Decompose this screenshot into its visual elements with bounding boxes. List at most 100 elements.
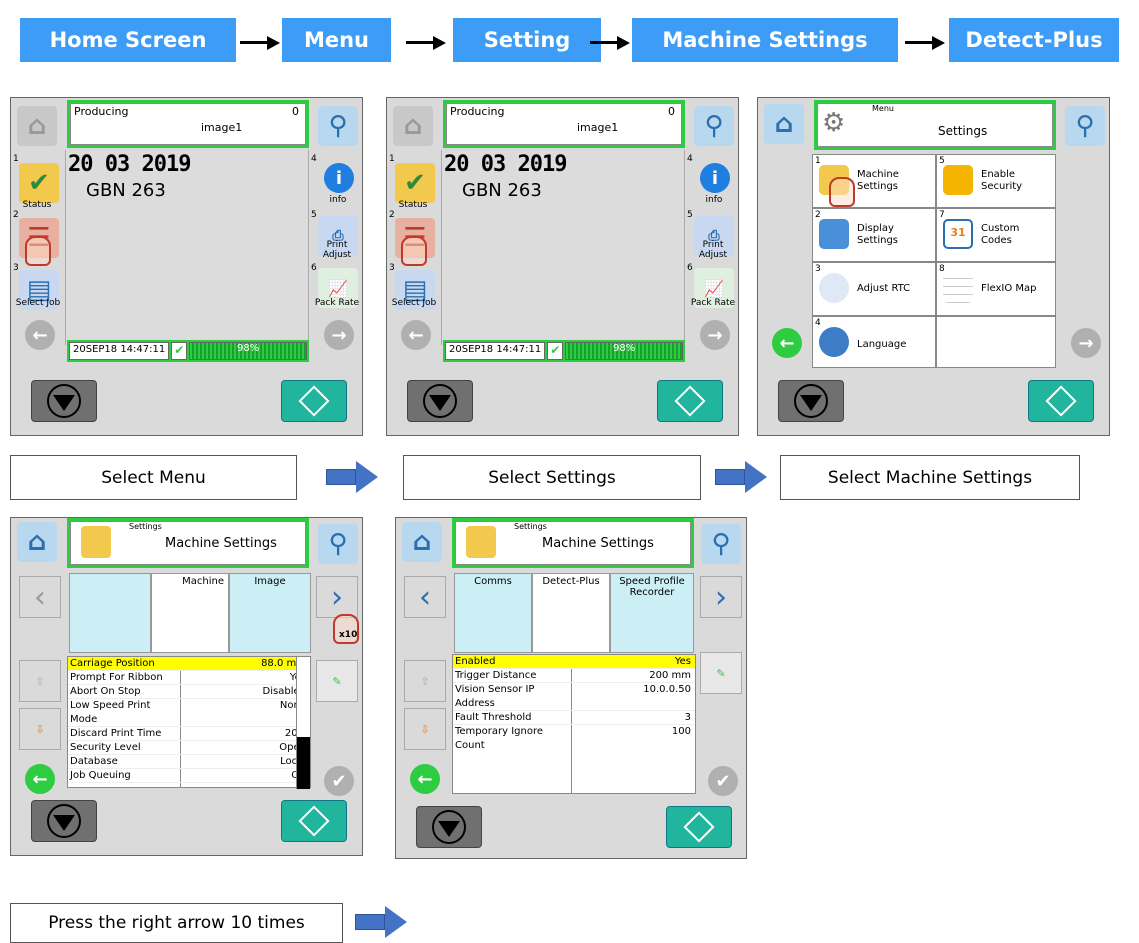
item-label: Adjust RTC — [857, 283, 911, 294]
row-discard-print-time[interactable]: Discard Print Time20 s — [68, 727, 310, 741]
row-trigger-distance[interactable]: Trigger Distance 200 mm — [453, 669, 695, 683]
preview-icon[interactable]: ⚲ — [694, 106, 734, 146]
status-bar: 20SEP18 14:47:11 ✔ 98% — [67, 340, 309, 362]
edit-icon[interactable]: ✎ — [316, 660, 358, 702]
row-enabled[interactable]: Enabled Yes — [453, 655, 695, 669]
menu-item-enable-security[interactable]: 5 Enable Security — [936, 154, 1056, 208]
preview-icon[interactable]: ⚲ — [1065, 106, 1105, 146]
home-icon[interactable]: ⌂ — [17, 106, 57, 146]
scroll-up-button[interactable]: ⇧ — [404, 660, 446, 702]
tab-detect-plus[interactable]: Detect-Plus — [532, 573, 610, 653]
settings-header: Settings Machine Settings — [452, 518, 694, 568]
num: 5 — [939, 156, 945, 166]
tab-image[interactable]: Image — [229, 573, 311, 653]
row-key: Security Level — [70, 742, 141, 753]
menu-item-flexio-map[interactable]: 8 FlexIO Map — [936, 262, 1056, 316]
row-carriage-position[interactable]: Carriage Position 88.0 mm — [68, 657, 310, 671]
start-button[interactable] — [281, 380, 347, 422]
tab-speed-profile-recorder[interactable]: Speed Profile Recorder — [610, 573, 694, 653]
menu-item-machine-settings[interactable]: 1 Machine Settings — [812, 154, 936, 208]
flow-setting: Setting — [453, 18, 601, 62]
home-icon[interactable]: ⌂ — [402, 522, 442, 562]
row-value: 10.0.0.50 — [643, 684, 691, 695]
menu-item-language[interactable]: 4 Language — [812, 316, 936, 368]
scrollbar-thumb[interactable] — [297, 737, 310, 789]
row-key: Address — [455, 698, 495, 709]
confirm-icon[interactable]: ✔ — [324, 766, 354, 796]
menu-header-small: Menu — [872, 104, 894, 113]
home-icon[interactable]: ⌂ — [764, 104, 804, 144]
tab-machine[interactable]: Machine — [151, 573, 229, 653]
row-temporary-ignore[interactable]: Temporary Ignore 100 — [453, 725, 695, 739]
flow-home-screen: Home Screen — [20, 18, 236, 62]
row-fault-threshold[interactable]: Fault Threshold 3 — [453, 711, 695, 725]
row-key: Prompt For Ribbon — [70, 672, 163, 683]
menu-item-custom-codes[interactable]: 7 31 Custom Codes — [936, 208, 1056, 262]
edit-icon[interactable]: ✎ — [700, 652, 742, 694]
start-button[interactable] — [657, 380, 723, 422]
flow-arrow-1 — [240, 36, 280, 50]
detect-plus-screen: ⌂ Settings Machine Settings ⚲ ‹ Comms De… — [395, 517, 747, 859]
stop-button[interactable] — [778, 380, 844, 422]
preview-icon[interactable]: ⚲ — [318, 524, 358, 564]
confirm-icon[interactable]: ✔ — [708, 766, 738, 796]
forward-arrow-icon[interactable]: → — [1071, 328, 1101, 358]
row-vision-sensor-ip[interactable]: Vision Sensor IP 10.0.0.50 — [453, 683, 695, 697]
tab-image-label: Image — [254, 576, 286, 587]
row-database[interactable]: Database Local — [68, 755, 310, 769]
row-abort-on-stop[interactable]: Abort On Stop Disabled — [68, 685, 310, 699]
tab-left-arrow[interactable]: ‹ — [404, 576, 446, 618]
back-arrow-icon[interactable]: ← — [25, 320, 55, 350]
status-title: Producing — [74, 105, 129, 118]
tab-comms[interactable]: Comms — [454, 573, 532, 653]
scrollbar[interactable] — [296, 657, 310, 789]
home-icon[interactable]: ⌂ — [17, 522, 57, 562]
back-arrow-icon[interactable]: ← — [401, 320, 431, 350]
tab-right-arrow[interactable]: › — [316, 576, 358, 618]
tab-speed-profile-label: Speed Profile — [619, 576, 685, 587]
status-icon[interactable]: ✔ — [19, 163, 59, 203]
preview-icon[interactable]: ⚲ — [318, 106, 358, 146]
start-button[interactable] — [281, 800, 347, 842]
row-value: Yes — [674, 656, 691, 667]
info-label: info — [329, 195, 347, 205]
home-icon[interactable]: ⌂ — [393, 106, 433, 146]
header-title: Machine Settings — [542, 536, 654, 551]
stop-button[interactable] — [31, 380, 97, 422]
menu-item-display-settings[interactable]: 2 Display Settings — [812, 208, 936, 262]
forward-arrow-icon[interactable]: → — [700, 320, 730, 350]
back-arrow-icon[interactable]: ← — [410, 764, 440, 794]
preview-icon[interactable]: ⚲ — [701, 524, 741, 564]
stop-button[interactable] — [416, 806, 482, 848]
row-key: Fault Threshold — [455, 712, 532, 723]
scroll-down-button[interactable]: ⇩ — [404, 708, 446, 750]
stop-button[interactable] — [407, 380, 473, 422]
status-icon[interactable]: ✔ — [395, 163, 435, 203]
info-icon[interactable]: i — [324, 163, 354, 193]
row-job-queuing[interactable]: Job QueuingOff — [68, 769, 310, 783]
back-arrow-icon[interactable]: ← — [772, 328, 802, 358]
check-icon: ✔ — [171, 342, 188, 360]
num-4: 4 — [311, 154, 317, 164]
stop-button[interactable] — [31, 800, 97, 842]
info-icon[interactable]: i — [700, 163, 730, 193]
row-prompt-for-ribbon[interactable]: Prompt For RibbonYes — [68, 671, 310, 685]
scroll-up-button[interactable]: ⇧ — [19, 660, 61, 702]
forward-arrow-icon[interactable]: → — [324, 320, 354, 350]
back-arrow-icon[interactable]: ← — [25, 764, 55, 794]
menu-item-adjust-rtc[interactable]: 3 Adjust RTC — [812, 262, 936, 316]
row-value: 100 — [671, 726, 691, 737]
menu-header-title: Settings — [938, 124, 988, 138]
num: 3 — [815, 264, 821, 274]
flow-arrow-4 — [905, 36, 945, 50]
row-low-speed-print[interactable]: Low Speed Print None — [68, 699, 310, 713]
tab-detect-plus-label: Detect-Plus — [542, 576, 600, 587]
tab-right-arrow[interactable]: › — [700, 576, 742, 618]
tab-left-arrow[interactable]: ‹ — [19, 576, 61, 618]
start-button[interactable] — [1028, 380, 1094, 422]
row-security-level[interactable]: Security Level Open — [68, 741, 310, 755]
start-button[interactable] — [666, 806, 732, 848]
scroll-down-button[interactable]: ⇩ — [19, 708, 61, 750]
item-label: FlexIO Map — [981, 283, 1037, 294]
step-arrow-2 — [715, 461, 767, 493]
